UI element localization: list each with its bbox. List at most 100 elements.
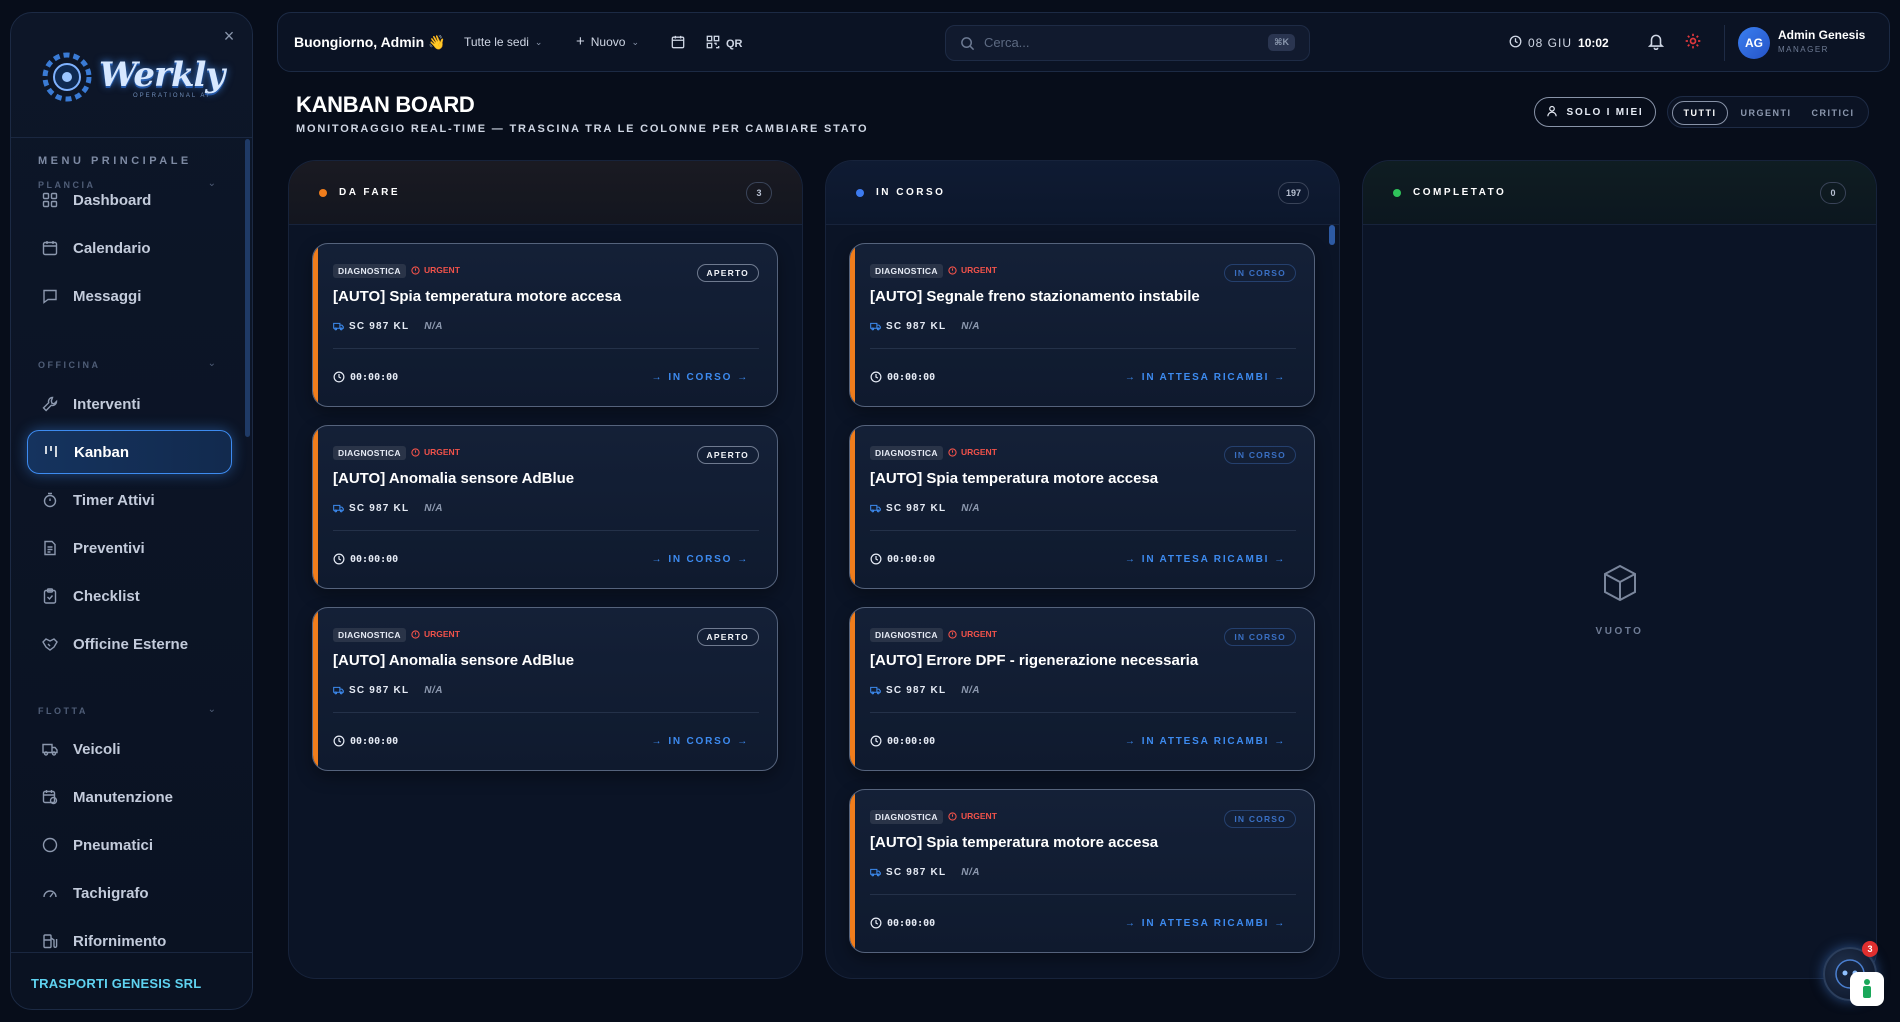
bell-icon[interactable] (1647, 32, 1667, 52)
card-timer: 00:00:00 (333, 553, 398, 565)
move-to-status-button[interactable]: → IN ATTESA RICAMBI → (1125, 918, 1286, 929)
card-title[interactable]: [AUTO] Spia temperatura motore accesa (870, 834, 1158, 851)
vehicle-info: SC 987 KL N/A (870, 503, 980, 514)
timer-value: 00:00:00 (350, 371, 399, 383)
truck-icon (333, 686, 344, 695)
page-title: KANBAN BOARD (296, 92, 475, 117)
kanban-card[interactable]: DIAGNOSTICA URGENT APERTO [AUTO] Spia tempe… (312, 243, 778, 407)
search-bar[interactable]: ⌘K (945, 25, 1310, 61)
arrow-right-icon: → (1124, 918, 1137, 929)
section-officina[interactable]: OFFICINA (38, 360, 101, 370)
logo-subtitle: OPERATIONAL AI (133, 93, 211, 99)
vehicle-plate: SC 987 KL (886, 321, 947, 332)
sidebar-item-messaggi[interactable]: Messaggi (27, 274, 232, 318)
accessibility-icon[interactable] (1850, 972, 1884, 1006)
sidebar-item-timer-attivi[interactable]: Timer Attivi (27, 478, 232, 522)
location-select[interactable]: Tutte le sedi ⌄ (464, 35, 542, 49)
empty-state-label: VUOTO (1595, 626, 1644, 637)
category-tag: DIAGNOSTICA (870, 810, 943, 824)
search-icon (960, 36, 976, 52)
sidebar-item-label: Dashboard (73, 191, 152, 209)
kanban-card[interactable]: DIAGNOSTICA URGENT IN CORSO [AUTO] Spia tem… (849, 425, 1315, 589)
kanban-card[interactable]: DIAGNOSTICA URGENT APERTO [AUTO] Anomalia s… (312, 607, 778, 771)
card-title[interactable]: [AUTO] Spia temperatura motore accesa (870, 470, 1158, 487)
user-role: MANAGER (1778, 45, 1829, 54)
driver-name: N/A (424, 503, 443, 514)
urgent-label: URGENT (424, 629, 460, 639)
werkly-logo[interactable]: Werkly OPERATIONAL AI (37, 43, 227, 107)
move-to-status-button[interactable]: → IN CORSO → (652, 372, 749, 383)
card-title[interactable]: [AUTO] Anomalia sensore AdBlue (333, 652, 574, 669)
priority-accent-bar (313, 426, 318, 588)
priority-accent-bar (313, 244, 318, 406)
clock-icon (870, 917, 882, 929)
sidebar-item-tachigrafo[interactable]: Tachigrafo (27, 871, 232, 915)
kanban-column-da-fare[interactable]: DA FARE 3 DIAGNOSTICA URGENT APERTO [AUTO] … (288, 160, 803, 979)
driver-name: N/A (424, 321, 443, 332)
sidebar-item-kanban[interactable]: Kanban (27, 430, 232, 474)
status-dot (1393, 189, 1401, 197)
card-title[interactable]: [AUTO] Spia temperatura motore accesa (333, 288, 621, 305)
sidebar-item-label: Veicoli (73, 740, 121, 758)
kanban-column-in-corso[interactable]: IN CORSO 197 DIAGNOSTICA URGENT IN CORSO [A… (825, 160, 1340, 979)
settings-gear-icon[interactable] (1684, 32, 1704, 52)
sidebar-item-dashboard[interactable]: Dashboard (27, 178, 232, 222)
sidebar-item-rifornimento[interactable]: Rifornimento (27, 919, 232, 949)
arrow-right-icon: → (1124, 736, 1137, 747)
kanban-card[interactable]: DIAGNOSTICA URGENT APERTO [AUTO] Anomalia s… (312, 425, 778, 589)
sidebar-item-preventivi[interactable]: Preventivi (27, 526, 232, 570)
filter-tutti[interactable]: TUTTI (1672, 101, 1728, 125)
move-to-status-button[interactable]: → IN CORSO → (652, 554, 749, 565)
status-badge: APERTO (696, 628, 759, 646)
kanban-column-completato[interactable]: COMPLETATO 0 VUOTO (1362, 160, 1877, 979)
priority-accent-bar (850, 608, 855, 770)
sidebar-item-officine-esterne[interactable]: Officine Esterne (27, 622, 232, 666)
sidebar-item-pneumatici[interactable]: Pneumatici (27, 823, 232, 867)
filter-critici[interactable]: CRITICI (1802, 101, 1864, 125)
sidebar-item-calendario[interactable]: Calendario (27, 226, 232, 270)
date: 08 GIU (1528, 36, 1573, 50)
truck-icon (41, 740, 59, 758)
kanban-card[interactable]: DIAGNOSTICA URGENT IN CORSO [AUTO] Spia tem… (849, 789, 1315, 953)
arrow-right-icon: → (1274, 372, 1286, 383)
vehicle-plate: SC 987 KL (349, 321, 410, 332)
user-name[interactable]: Admin Genesis (1778, 28, 1865, 42)
card-title[interactable]: [AUTO] Errore DPF - rigenerazione necess… (870, 652, 1198, 669)
move-to-status-button[interactable]: → IN ATTESA RICAMBI → (1125, 736, 1286, 747)
category-tag: DIAGNOSTICA (333, 446, 406, 460)
clipboard-icon (41, 587, 59, 605)
next-status-label: IN ATTESA RICAMBI (1141, 918, 1270, 929)
sidebar-item-manutenzione[interactable]: Manutenzione (27, 775, 232, 819)
search-input[interactable] (984, 35, 1244, 50)
sidebar-item-interventi[interactable]: Interventi (27, 382, 232, 426)
qr-button[interactable]: QR (706, 35, 743, 52)
sidebar-item-checklist[interactable]: Checklist (27, 574, 232, 618)
calendar-button[interactable] (671, 35, 685, 52)
arrow-right-icon: → (1274, 554, 1286, 565)
section-flotta[interactable]: FLOTTA (38, 706, 88, 716)
column-title: IN CORSO (876, 187, 946, 198)
card-divider (333, 712, 759, 713)
card-title[interactable]: [AUTO] Segnale freno stazionamento insta… (870, 288, 1200, 305)
sidebar-item-veicoli[interactable]: Veicoli (27, 727, 232, 771)
next-status-label: IN ATTESA RICAMBI (1141, 736, 1270, 747)
topbar-divider (1724, 25, 1725, 61)
kanban-card[interactable]: DIAGNOSTICA URGENT IN CORSO [AUTO] Segnale … (849, 243, 1315, 407)
avatar[interactable]: AG (1738, 27, 1770, 59)
chevron-down-icon[interactable]: ⌄ (208, 704, 216, 715)
vehicle-plate: SC 987 KL (349, 685, 410, 696)
filter-urgenti[interactable]: URGENTI (1734, 101, 1798, 125)
kanban-card[interactable]: DIAGNOSTICA URGENT IN CORSO [AUTO] Errore D… (849, 607, 1315, 771)
sidebar-item-label: Checklist (73, 587, 140, 605)
move-to-status-button[interactable]: → IN ATTESA RICAMBI → (1125, 554, 1286, 565)
move-to-status-button[interactable]: → IN ATTESA RICAMBI → (1125, 372, 1286, 383)
plus-icon: + (576, 33, 585, 50)
new-button[interactable]: + Nuovo ⌄ (576, 33, 639, 50)
chevron-down-icon[interactable]: ⌄ (208, 358, 216, 369)
move-to-status-button[interactable]: → IN CORSO → (652, 736, 749, 747)
only-mine-button[interactable]: SOLO I MIEI (1534, 97, 1656, 127)
card-title[interactable]: [AUTO] Anomalia sensore AdBlue (333, 470, 574, 487)
column-count: 0 (1820, 182, 1846, 204)
column-scrollbar[interactable] (1329, 225, 1335, 245)
alert-circle-icon (948, 811, 957, 821)
